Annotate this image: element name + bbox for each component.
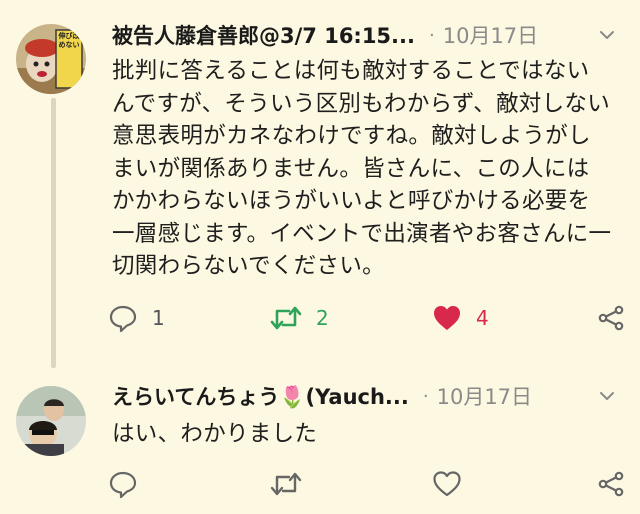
tweet-2-text: はい、わかりました — [112, 421, 318, 447]
reply-icon — [109, 471, 137, 499]
like-button[interactable] — [432, 469, 476, 499]
share-icon — [598, 471, 624, 497]
share-icon — [598, 305, 624, 331]
heart-icon — [434, 306, 460, 330]
retweet-icon — [270, 472, 302, 496]
reply-count: 1 — [152, 306, 165, 330]
like-count: 4 — [476, 306, 489, 330]
retweet-button[interactable] — [270, 469, 316, 499]
share-button[interactable] — [596, 303, 626, 333]
reply-button[interactable]: 1 — [108, 303, 165, 333]
tweet-1-text: 批判に答えることは何も敵対することではないんですが、そういう区別もわからず、敵対… — [112, 58, 612, 279]
share-button[interactable] — [596, 469, 626, 499]
avatar-image — [16, 386, 86, 456]
tweet-2-header: えらいてんちょう🌷(Yauch... · 10月17日 — [112, 383, 618, 411]
thread-connector-line — [51, 98, 56, 368]
tweet-2-actions — [108, 469, 626, 499]
chevron-down-icon[interactable] — [596, 385, 618, 407]
display-name[interactable]: 被告人藤倉善郎@3/7 16:15... — [112, 22, 415, 50]
avatar-eraitencho[interactable] — [16, 386, 86, 456]
reply-button[interactable] — [108, 469, 152, 499]
chevron-down-icon[interactable] — [596, 24, 618, 46]
display-name[interactable]: えらいてんちょう🌷(Yauch... — [112, 383, 409, 411]
retweet-icon — [270, 306, 302, 330]
retweet-button[interactable]: 2 — [270, 303, 329, 333]
tweet-1-actions: 1 2 4 — [108, 303, 626, 333]
dot-separator: · — [428, 25, 435, 46]
reply-icon — [109, 305, 137, 333]
tweet-1-header: 被告人藤倉善郎@3/7 16:15... · 10月17日 — [112, 22, 618, 50]
tweet-date[interactable]: 10月17日 — [443, 22, 538, 50]
heart-icon — [433, 471, 461, 497]
tweet-date[interactable]: 10月17日 — [437, 383, 532, 411]
avatar-sign-text: 伸び改めない — [58, 32, 80, 49]
retweet-count: 2 — [316, 306, 329, 330]
avatar-fujikura[interactable]: 伸び改めない — [16, 24, 86, 94]
dot-separator: · — [422, 386, 429, 407]
like-button[interactable]: 4 — [432, 303, 489, 333]
